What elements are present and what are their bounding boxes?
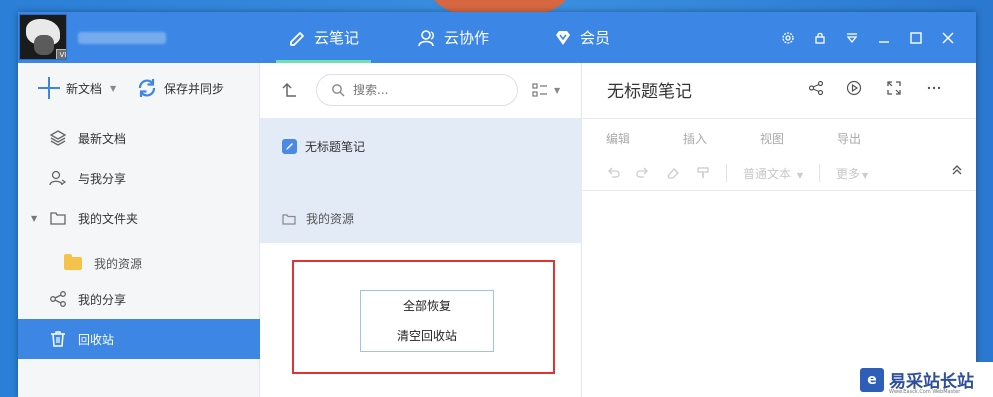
chevron-down-icon[interactable]: ▼	[110, 84, 116, 93]
sidebar-item-my-folders[interactable]: ▼ 我的文件夹	[18, 198, 260, 238]
sidebar-item-label: 我的资源	[94, 256, 143, 271]
format-toolbar: 普通文本 ▼ 更多 ▼	[606, 164, 868, 182]
folder-icon	[48, 208, 68, 228]
user-icon	[418, 29, 434, 46]
trash-icon	[48, 329, 68, 349]
menu-export[interactable]: 导出	[837, 130, 914, 147]
redo-icon[interactable]	[636, 166, 650, 180]
user-share-icon	[48, 168, 68, 188]
title-bar: VIP 云笔记 云协作 会员	[18, 12, 976, 63]
sidebar-toolbar: 新文档 ▼ 保存并同步	[18, 63, 260, 111]
toolbar-divider	[819, 164, 820, 182]
chevron-down-icon: ▼	[796, 170, 803, 180]
divider	[582, 190, 976, 191]
layers-icon	[48, 128, 68, 148]
vip-badge: VIP	[56, 49, 66, 59]
eraser-icon[interactable]	[666, 166, 680, 180]
sidebar-item-label: 我的分享	[78, 292, 127, 307]
list-item-note[interactable]: 无标题笔记	[282, 138, 365, 155]
minimize-icon[interactable]	[876, 30, 892, 46]
more-label: 更多	[836, 166, 861, 181]
more-format-button[interactable]: 更多 ▼	[836, 165, 868, 182]
sidebar-item-shared-with-me[interactable]: 与我分享	[18, 158, 260, 198]
menu-edit[interactable]: 编辑	[606, 130, 683, 147]
username-blurred	[78, 32, 166, 44]
folder-icon	[282, 213, 296, 225]
dropdown-icon[interactable]	[844, 30, 860, 46]
sidebar: 新文档 ▼ 保存并同步 最新文档 与我分享 ▼ 我的文件夹 我的资源 我的分享 …	[18, 63, 260, 397]
pen-icon	[290, 31, 304, 46]
chevron-down-icon: ▼	[862, 170, 869, 180]
menu-insert[interactable]: 插入	[683, 130, 760, 147]
sidebar-item-my-resources[interactable]: 我的资源	[18, 248, 260, 278]
share-icon[interactable]	[808, 80, 826, 98]
more-options-icon[interactable]	[926, 80, 944, 98]
toolbar-divider	[726, 164, 727, 182]
watermark-subtext: Www.Easck.Com WebMaster	[889, 389, 961, 395]
tab-membership[interactable]: 会员	[554, 12, 610, 63]
watermark: e 易采站长站 Www.Easck.Com WebMaster	[856, 362, 993, 397]
maximize-icon[interactable]	[908, 30, 924, 46]
search-icon	[332, 84, 345, 97]
tab-cloud-collab[interactable]: 云协作	[418, 12, 489, 63]
view-mode-button[interactable]: ▼	[532, 82, 560, 98]
note-icon	[282, 139, 297, 154]
play-icon[interactable]	[846, 80, 864, 98]
selected-note-area: 无标题笔记 我的资源	[260, 118, 582, 243]
chevron-down-icon: ▼	[554, 85, 561, 95]
list-toolbar: ▼	[260, 63, 582, 118]
save-sync-button[interactable]: 保存并同步	[136, 77, 224, 99]
note-list-panel: ▼ 无标题笔记 我的资源 全部恢复 清空回收站	[260, 63, 582, 397]
menu-view[interactable]: 视图	[760, 130, 837, 147]
sidebar-item-label: 最新文档	[78, 131, 127, 146]
text-style-select[interactable]: 普通文本 ▼	[743, 165, 803, 182]
avatar-face	[34, 35, 54, 55]
up-arrow-icon[interactable]	[280, 80, 300, 100]
sidebar-item-label: 我的文件夹	[78, 211, 139, 226]
settings-icon[interactable]	[780, 30, 796, 46]
sidebar-item-recent[interactable]: 最新文档	[18, 118, 260, 158]
lock-icon[interactable]	[812, 30, 828, 46]
search-input[interactable]	[353, 83, 503, 97]
sidebar-item-label: 回收站	[78, 332, 115, 347]
search-box[interactable]	[316, 74, 518, 106]
resource-label: 我的资源	[306, 212, 355, 226]
sidebar-item-my-shares[interactable]: 我的分享	[18, 279, 260, 319]
empty-recycle-bin-menu-item[interactable]: 清空回收站	[361, 321, 493, 351]
note-title: 无标题笔记	[305, 140, 366, 154]
fullscreen-icon[interactable]	[886, 80, 904, 98]
yellow-folder-icon	[64, 253, 82, 270]
avatar[interactable]: VIP	[19, 14, 67, 60]
editor-panel: 无标题笔记 编辑 插入 视图 导出 普通文本 ▼ 更多 ▼	[582, 63, 976, 397]
diamond-icon	[556, 30, 570, 45]
undo-icon[interactable]	[606, 166, 620, 180]
restore-all-menu-item[interactable]: 全部恢复	[361, 291, 493, 321]
editor-title[interactable]: 无标题笔记	[607, 77, 692, 102]
save-sync-label: 保存并同步	[164, 81, 225, 96]
sidebar-item-recycle-bin[interactable]: 回收站	[18, 319, 260, 359]
new-document-button[interactable]: 新文档 ▼	[38, 77, 116, 99]
collapse-toolbar-icon[interactable]	[950, 163, 964, 177]
watermark-logo: e	[860, 367, 884, 392]
sync-icon	[138, 79, 156, 97]
divider	[582, 118, 976, 119]
tab-label: 会员	[580, 29, 611, 47]
text-style-label: 普通文本	[743, 166, 792, 181]
plus-icon	[38, 77, 60, 99]
close-icon[interactable]	[940, 30, 956, 46]
list-item-resource-folder[interactable]: 我的资源	[282, 210, 354, 227]
tab-cloud-notes[interactable]: 云笔记	[275, 12, 372, 63]
new-document-label: 新文档	[66, 81, 103, 96]
format-painter-icon[interactable]	[696, 166, 710, 180]
expand-triangle-icon[interactable]: ▼	[31, 214, 37, 223]
list-view-icon	[532, 83, 547, 97]
editor-menu-bar: 编辑 插入 视图 导出	[606, 130, 914, 147]
app-window: VIP 云笔记 云协作 会员	[18, 12, 976, 397]
context-menu: 全部恢复 清空回收站	[360, 290, 494, 352]
sidebar-item-label: 与我分享	[78, 171, 127, 186]
tab-label: 云笔记	[314, 29, 360, 47]
tab-label: 云协作	[444, 29, 490, 47]
share-icon	[48, 289, 68, 309]
